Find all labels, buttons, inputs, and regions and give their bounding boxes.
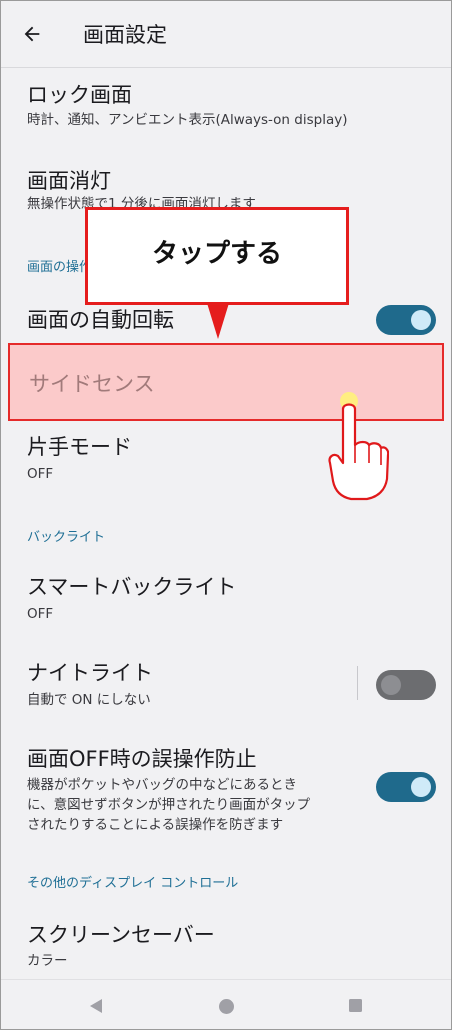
side-sense-title: サイドセンス xyxy=(29,372,155,396)
circle-home-icon[interactable] xyxy=(218,998,235,1015)
toggle-separator xyxy=(357,666,358,700)
section-header-screen-ops: 画面の操作 xyxy=(27,260,93,275)
lock-screen-summary: 時計、通知、アンビエント表示(Always-on display) xyxy=(27,112,348,128)
arrow-left-icon[interactable] xyxy=(21,23,43,45)
night-light-summary: 自動で ON にしない xyxy=(27,692,151,708)
screensaver-item[interactable]: スクリーンセーバー カラー xyxy=(1,921,451,973)
appbar-divider xyxy=(1,67,451,68)
tap-hand-icon xyxy=(328,392,389,501)
callout-pointer xyxy=(207,303,229,339)
auto-rotate-title: 画面の自動回転 xyxy=(27,308,174,332)
section-header-other-display: その他のディスプレイ コントロール xyxy=(27,876,239,891)
lock-screen-title: ロック画面 xyxy=(27,83,132,107)
lock-screen-item[interactable]: ロック画面 時計、通知、アンビエント表示(Always-on display) xyxy=(1,79,451,141)
app-bar: 画面設定 xyxy=(1,1,451,67)
mistouch-prevention-summary-line-3: されたりすることによる誤操作を防ぎます xyxy=(27,817,284,833)
night-light-toggle[interactable] xyxy=(376,670,436,700)
triangle-back-icon[interactable] xyxy=(88,998,104,1014)
callout-box: タップする xyxy=(85,207,349,305)
night-light-title: ナイトライト xyxy=(27,661,153,685)
one-hand-mode-summary: OFF xyxy=(27,466,54,482)
screensaver-summary: カラー xyxy=(27,953,68,969)
square-recents-icon[interactable] xyxy=(348,998,363,1013)
section-header-backlight: バックライト xyxy=(27,530,106,545)
night-light-item[interactable]: ナイトライト 自動で ON にしない xyxy=(1,659,451,713)
mistouch-prevention-summary-line-1: 機器がポケットやバッグの中などにあるとき xyxy=(27,777,297,793)
mistouch-prevention-toggle[interactable] xyxy=(376,772,436,802)
auto-rotate-toggle[interactable] xyxy=(376,305,436,335)
smart-backlight-item[interactable]: スマートバックライト OFF xyxy=(1,573,451,627)
screen-sleep-title: 画面消灯 xyxy=(27,169,111,193)
screensaver-title: スクリーンセーバー xyxy=(27,923,215,947)
mistouch-prevention-title: 画面OFF時の誤操作防止 xyxy=(27,747,257,771)
smart-backlight-title: スマートバックライト xyxy=(27,575,237,599)
smart-backlight-summary: OFF xyxy=(27,606,54,622)
callout-text: タップする xyxy=(151,239,282,269)
page-title: 画面設定 xyxy=(83,23,167,47)
one-hand-mode-title: 片手モード xyxy=(27,435,132,459)
system-nav-bar xyxy=(1,979,451,1029)
mistouch-prevention-summary-line-2: に、意図せずボタンが押されたり画面がタップ xyxy=(27,797,311,813)
toggle-knob xyxy=(411,310,431,330)
screen-frame: 画面設定 ロック画面 時計、通知、アンビエント表示(Always-on disp… xyxy=(0,0,452,1030)
toggle-knob xyxy=(411,777,431,797)
toggle-knob xyxy=(381,675,401,695)
mistouch-prevention-item[interactable]: 画面OFF時の誤操作防止 機器がポケットやバッグの中などにあるとき に、意図せず… xyxy=(1,745,451,837)
